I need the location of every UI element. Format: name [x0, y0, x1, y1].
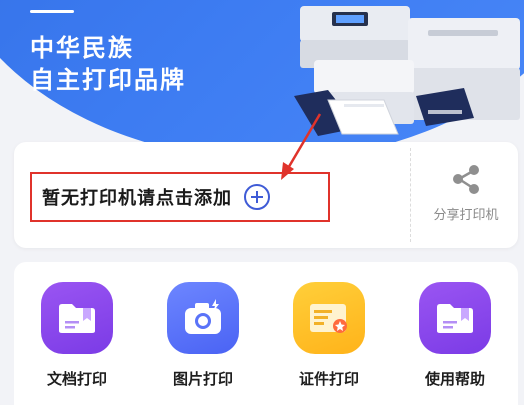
add-printer-button[interactable]: 暂无打印机请点击添加 [30, 172, 330, 222]
hero-title-line2: 自主打印品牌 [30, 66, 186, 94]
add-printer-label: 暂无打印机请点击添加 [42, 188, 232, 209]
hero-accent-line [30, 10, 74, 13]
printer-card: 暂无打印机请点击添加 分享打印机 [14, 142, 518, 248]
doc-print-button[interactable]: 文档打印 [22, 282, 132, 405]
hero-title-line1: 中华民族 [30, 34, 134, 62]
id-print-tile [293, 282, 365, 354]
share-printer-button[interactable]: 分享打印机 [414, 158, 518, 238]
help-button[interactable]: 使用帮助 [400, 282, 510, 405]
share-printer-label: 分享打印机 [433, 208, 499, 223]
printer-illustration [294, 6, 520, 136]
share-icon [453, 165, 479, 194]
photo-print-tile [167, 282, 239, 354]
help-tile [419, 282, 491, 354]
photo-print-button[interactable]: 图片打印 [148, 282, 258, 405]
card-divider [410, 148, 411, 242]
function-grid: 文档打印 图片打印 证件打印 使用帮助 [14, 262, 518, 405]
plus-circle-icon[interactable] [244, 184, 270, 210]
id-print-button[interactable]: 证件打印 [274, 282, 384, 405]
id-print-label: 证件打印 [298, 370, 359, 388]
folder-icon [437, 304, 473, 333]
doc-print-label: 文档打印 [46, 370, 107, 388]
camera-icon [185, 299, 221, 334]
help-label: 使用帮助 [424, 370, 485, 388]
id-card-icon [310, 304, 347, 333]
folder-icon [59, 304, 95, 333]
doc-print-tile [41, 282, 113, 354]
photo-print-label: 图片打印 [172, 370, 233, 388]
